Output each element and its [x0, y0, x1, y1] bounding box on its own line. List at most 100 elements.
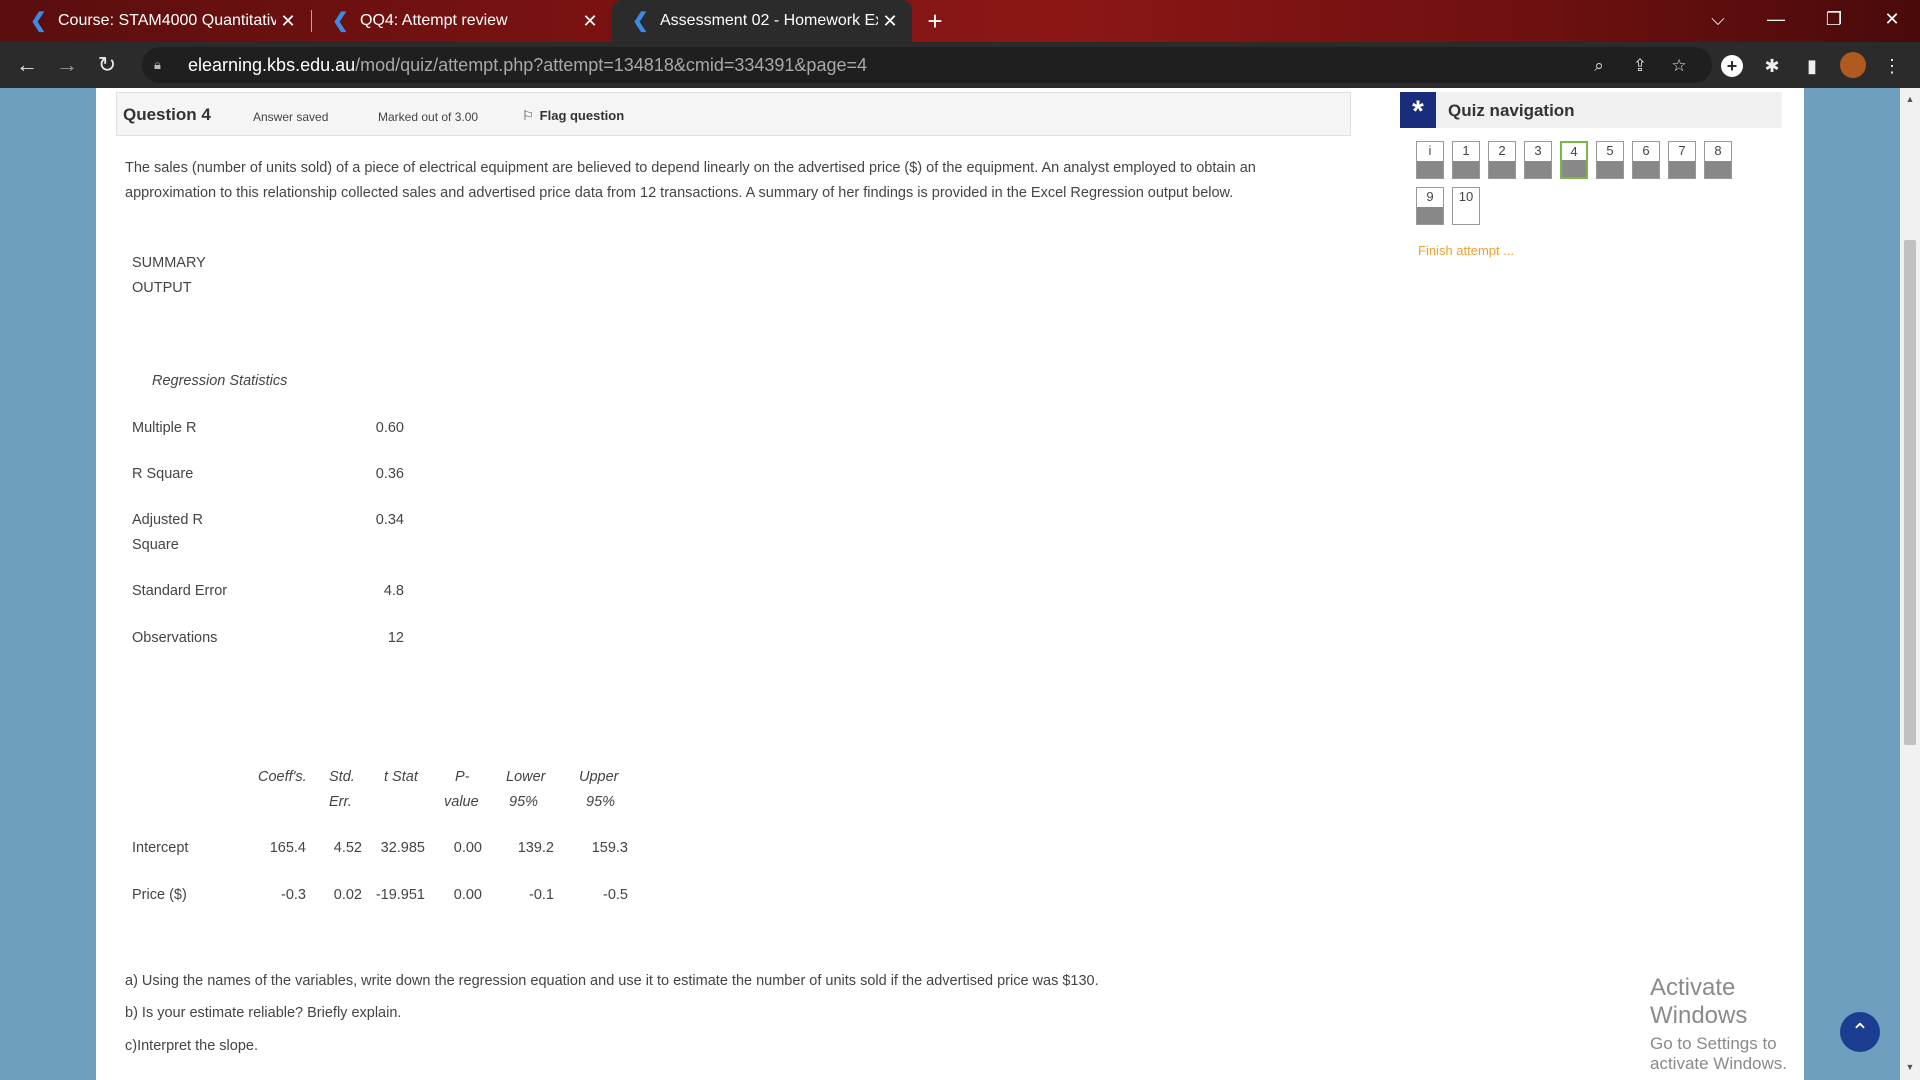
url-text: elearning.kbs.edu.au/mod/quiz/attempt.ph… — [188, 55, 867, 76]
coef-cell: -0.5 — [603, 887, 628, 903]
browser-tab-bar: ❮ Course: STAM4000 Quantitative M ✕ ❮ QQ… — [0, 0, 1920, 42]
quiz-nav-button-9[interactable]: 9 — [1416, 187, 1444, 225]
scroll-down-arrow-icon[interactable]: ▼ — [1904, 1062, 1916, 1074]
tab-title: Assessment 02 - Homework Exerc — [660, 12, 878, 29]
share-icon[interactable]: ⇪ — [1629, 55, 1651, 77]
scroll-to-top-icon[interactable]: ⌃ — [1840, 1012, 1880, 1052]
quiz-nav-button-7[interactable]: 7 — [1668, 141, 1696, 179]
tab-close-icon[interactable]: ✕ — [276, 11, 300, 32]
stat-label: Multiple R — [132, 420, 197, 436]
quiz-nav-button-10[interactable]: 10 — [1452, 187, 1480, 225]
coef-cell: -0.1 — [529, 887, 554, 903]
address-bar[interactable]: 🔒︎ elearning.kbs.edu.au/mod/quiz/attempt… — [142, 47, 1712, 83]
quiz-nav-button-6[interactable]: 6 — [1632, 141, 1660, 179]
coef-header-line2: 95% — [509, 794, 539, 810]
quiz-nav-button-4-current[interactable]: 4 — [1560, 141, 1588, 179]
zoom-icon[interactable]: ⌕ — [1588, 55, 1610, 77]
coef-header-line2: value — [444, 794, 479, 810]
coef-cell: 139.2 — [517, 840, 554, 856]
kbs-favicon-icon: ❮ — [632, 10, 649, 32]
back-arrow-icon[interactable]: ← — [12, 50, 42, 80]
quiz-nav-button-info[interactable]: i — [1416, 141, 1444, 179]
coef-cell: 0.02 — [333, 887, 362, 903]
coef-header: t Stat — [384, 769, 418, 785]
coef-header: Std. — [329, 769, 355, 785]
tab-search-chevron-icon[interactable]: ⌵ — [1690, 0, 1746, 38]
quiz-nav-button-5[interactable]: 5 — [1596, 141, 1624, 179]
question-state: Answer saved — [253, 110, 329, 124]
window-close-icon[interactable]: ✕ — [1864, 0, 1920, 38]
profile-avatar[interactable] — [1840, 52, 1866, 78]
stat-label-line2: Square — [132, 537, 179, 553]
quiz-nav-label: 9 — [1426, 189, 1434, 204]
question-part-b: b) Is your estimate reliable? Briefly ex… — [125, 1005, 402, 1021]
tab-attempt-review[interactable]: ❮ QQ4: Attempt review ✕ — [312, 0, 612, 42]
stat-value: 0.60 — [375, 420, 404, 436]
new-tab-plus-icon[interactable]: + — [920, 6, 950, 36]
lock-icon: 🔒︎ — [154, 57, 161, 72]
quiz-nav-label: 7 — [1678, 143, 1686, 158]
extensions-puzzle-icon[interactable]: ✱ — [1760, 54, 1784, 78]
minimize-icon[interactable]: — — [1748, 0, 1804, 38]
coef-cell: -0.3 — [281, 887, 306, 903]
vertical-scrollbar[interactable]: ▲ ▼ — [1900, 88, 1920, 1080]
url-domain: elearning.kbs.edu.au — [188, 54, 356, 75]
summary-line-2: OUTPUT — [132, 280, 192, 296]
quiz-nav-label: 6 — [1642, 143, 1650, 158]
coef-cell: 159.3 — [591, 840, 628, 856]
quiz-nav-label: 4 — [1570, 144, 1578, 159]
coef-cell: 0.00 — [453, 887, 482, 903]
url-path: /mod/quiz/attempt.php?attempt=134818&cmi… — [355, 54, 867, 75]
finish-attempt-link[interactable]: Finish attempt ... — [1418, 243, 1514, 258]
tab-course[interactable]: ❮ Course: STAM4000 Quantitative M ✕ — [10, 0, 310, 42]
question-text: The sales (number of units sold) of a pi… — [125, 160, 1256, 201]
scrollbar-thumb[interactable] — [1904, 240, 1916, 745]
kbs-favicon-icon: ❮ — [332, 10, 349, 32]
coef-header: P- — [455, 769, 470, 785]
scroll-up-arrow-icon[interactable]: ▲ — [1904, 94, 1916, 106]
quiz-nav-button-3[interactable]: 3 — [1524, 141, 1552, 179]
quiz-nav-button-8[interactable]: 8 — [1704, 141, 1732, 179]
kbs-favicon-icon: ❮ — [30, 10, 47, 32]
quiz-nav-button-1[interactable]: 1 — [1452, 141, 1480, 179]
activate-windows-line2: Go to Settings to activate Windows. — [1650, 1034, 1787, 1073]
coef-cell: 165.4 — [269, 840, 306, 856]
quiz-nav-label: 2 — [1498, 143, 1506, 158]
quiz-nav-label: i — [1428, 143, 1432, 158]
flag-question-button[interactable]: ⚐ Flag question — [522, 108, 624, 124]
tab-close-icon[interactable]: ✕ — [878, 11, 902, 32]
coef-header: Coeff's. — [258, 769, 307, 785]
coef-header: Upper — [579, 769, 619, 785]
quiz-nav-button-2[interactable]: 2 — [1488, 141, 1516, 179]
question-mark: Marked out of 3.00 — [378, 110, 479, 124]
stat-label: Observations — [132, 630, 218, 646]
stat-label: Adjusted R — [132, 512, 203, 528]
restore-icon[interactable]: ❐ — [1806, 0, 1862, 38]
summary-line-1: SUMMARY — [132, 255, 206, 271]
reload-icon[interactable]: ↻ — [92, 50, 122, 80]
coef-cell: 32.985 — [380, 840, 425, 856]
stat-label: R Square — [132, 466, 194, 482]
side-panel-icon[interactable]: ▮ — [1800, 54, 1824, 78]
quiz-nav-label: 3 — [1534, 143, 1542, 158]
tab-assessment-active[interactable]: ❮ Assessment 02 - Homework Exerc ✕ — [612, 0, 912, 42]
page-viewport: Question 4 Answer saved Marked out of 3.… — [0, 88, 1900, 1080]
bookmark-star-icon[interactable]: ☆ — [1668, 55, 1690, 77]
quiz-nav-label: 8 — [1714, 143, 1722, 158]
stat-value: 0.36 — [375, 466, 404, 482]
question-number: Question 4 — [123, 105, 211, 124]
forward-arrow-icon[interactable]: → — [52, 50, 82, 80]
quiz-nav-label: 5 — [1606, 143, 1614, 158]
coef-header-line2: 95% — [586, 794, 616, 810]
coef-row-label: Price ($) — [132, 887, 187, 903]
page-content: Question 4 Answer saved Marked out of 3.… — [96, 88, 1804, 1080]
coef-row-label: Intercept — [132, 840, 189, 856]
activate-windows-line1: Activate Windows — [1650, 974, 1748, 1029]
stat-value: 12 — [387, 630, 404, 646]
menu-kebab-icon[interactable]: ⋮ — [1880, 54, 1904, 78]
quiz-navigation-header: * Quiz navigation — [1400, 92, 1782, 128]
question-part-c: c)Interpret the slope. — [125, 1038, 258, 1054]
extension-add-icon[interactable]: + — [1720, 54, 1744, 78]
tab-close-icon[interactable]: ✕ — [578, 11, 602, 32]
tab-title: Course: STAM4000 Quantitative M — [58, 12, 276, 29]
